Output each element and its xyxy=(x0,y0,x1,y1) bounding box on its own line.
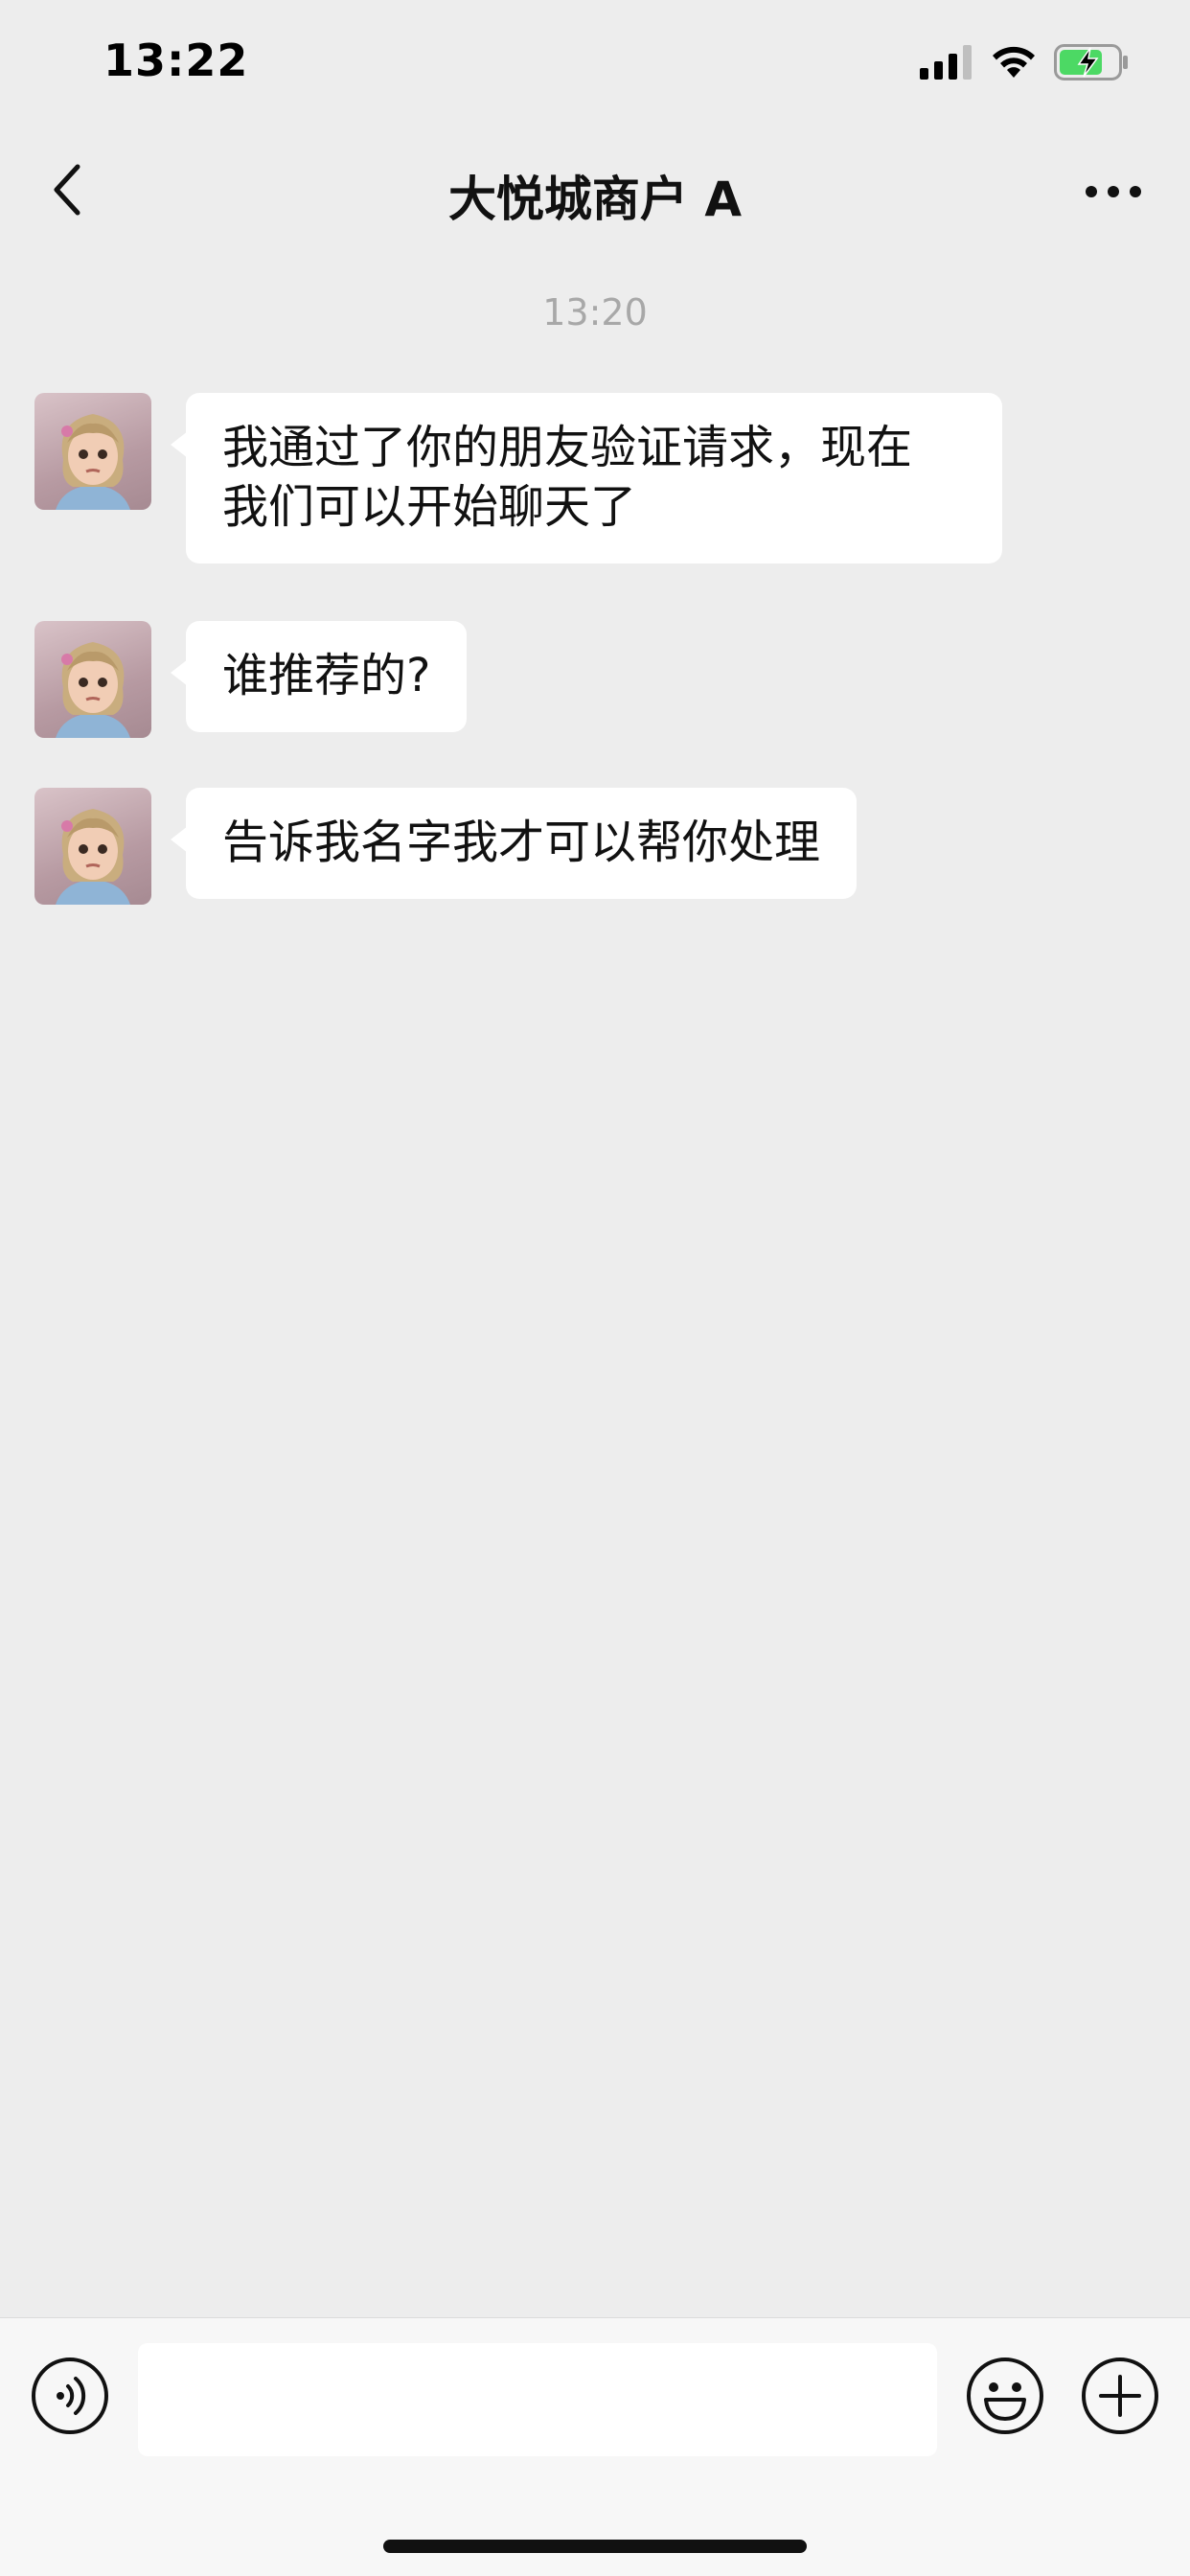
message-text-line: 我们可以开始聊天了 xyxy=(222,480,637,534)
emoji-button[interactable] xyxy=(964,2357,1046,2439)
avatar[interactable] xyxy=(34,788,151,905)
cellular-signal-icon xyxy=(920,45,973,83)
plus-button[interactable] xyxy=(1079,2357,1161,2439)
more-button[interactable] xyxy=(1075,169,1152,217)
message-bubble[interactable]: 谁推荐的? xyxy=(170,621,468,732)
avatar[interactable] xyxy=(34,393,151,510)
home-indicator[interactable] xyxy=(383,2540,807,2553)
plus-icon xyxy=(1080,2356,1160,2440)
message-row: 谁推荐的? xyxy=(34,621,468,738)
chat-title: 大悦城商户 A xyxy=(447,172,743,227)
message-bubble[interactable]: 我通过了你的朋友验证请求，现在 我们可以开始聊天了 xyxy=(171,393,1002,564)
wifi-icon xyxy=(991,45,1037,83)
voice-button[interactable] xyxy=(29,2357,111,2439)
message-row: 告诉我名字我才可以帮你处理 xyxy=(34,788,858,905)
chat-screen: 13:22 大悦城商户 A 13:20 我通过了你的朋友验证请求，现在 我们可以… xyxy=(0,0,1190,2576)
message-text-line: 我通过了你的朋友验证请求，现在 xyxy=(222,421,913,474)
more-dots-icon xyxy=(1085,184,1142,202)
message-text-line: 告诉我名字我才可以帮你处理 xyxy=(222,816,821,869)
input-bar xyxy=(0,2317,1190,2576)
nav-bar: 大悦城商户 A xyxy=(0,134,1190,249)
chat-timestamp: 13:20 xyxy=(542,291,648,334)
status-time: 13:22 xyxy=(103,34,249,86)
message-bubble[interactable]: 告诉我名字我才可以帮你处理 xyxy=(170,788,858,899)
status-icons xyxy=(920,44,1131,84)
status-bar: 13:22 xyxy=(0,0,1190,134)
message-text-line: 谁推荐的? xyxy=(222,649,431,702)
emoji-icon xyxy=(965,2356,1045,2440)
message-row: 我通过了你的朋友验证请求，现在 我们可以开始聊天了 xyxy=(34,393,1002,564)
avatar[interactable] xyxy=(34,621,151,738)
message-input[interactable] xyxy=(138,2343,937,2456)
voice-icon xyxy=(30,2356,110,2440)
battery-charging-icon xyxy=(1054,44,1131,84)
